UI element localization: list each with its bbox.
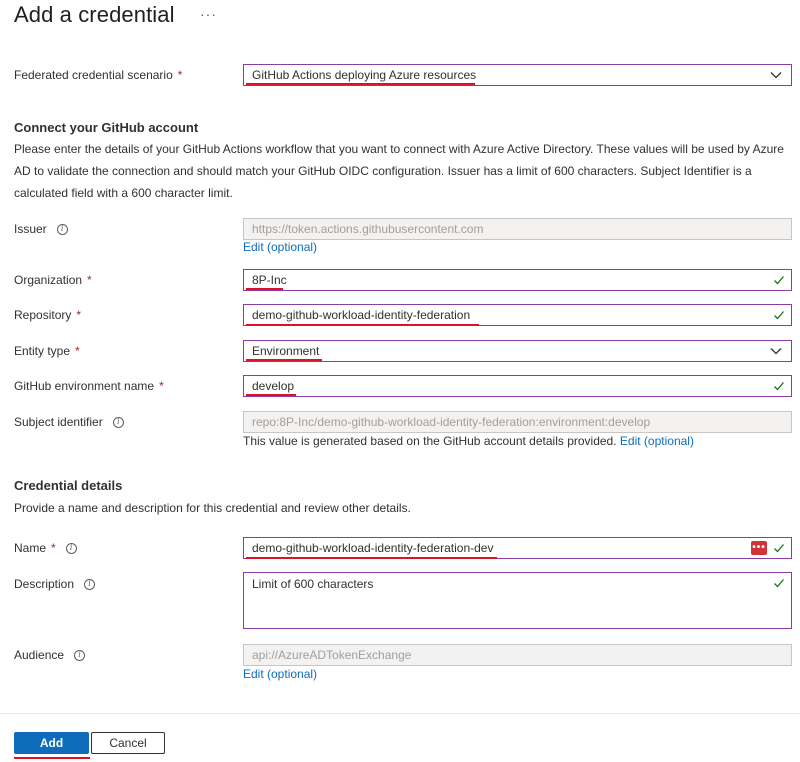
name-input[interactable]: demo-github-workload-identity-federation… <box>243 537 792 559</box>
details-heading: Credential details <box>14 478 123 493</box>
organization-input[interactable]: 8P-Inc <box>243 269 792 291</box>
annotation-underline <box>246 83 475 85</box>
environment-input[interactable]: develop <box>243 375 792 397</box>
connect-heading: Connect your GitHub account <box>14 120 199 135</box>
chevron-down-icon <box>770 72 782 79</box>
chevron-down-icon <box>770 348 782 355</box>
description-label: Description i <box>14 577 96 591</box>
password-manager-icon[interactable]: ••• <box>751 541 767 555</box>
audience-input: api://AzureADTokenExchange <box>243 644 792 666</box>
subject-note: This value is generated based on the Git… <box>243 434 694 448</box>
annotation-underline <box>246 288 283 290</box>
subject-label: Subject identifier i <box>14 415 124 429</box>
info-icon[interactable]: i <box>74 649 86 661</box>
audience-edit-link[interactable]: Edit (optional) <box>243 667 317 681</box>
scenario-label: Federated credential scenario * <box>14 68 183 82</box>
info-icon[interactable]: i <box>65 542 77 554</box>
annotation-underline <box>246 324 479 326</box>
repository-label: Repository * <box>14 308 82 322</box>
annotation-underline <box>246 394 296 396</box>
page-title: Add a credential <box>14 2 175 27</box>
audience-label: Audience i <box>14 648 86 662</box>
scenario-value: GitHub Actions deploying Azure resources <box>252 68 477 82</box>
checkmark-icon <box>774 579 784 588</box>
issuer-input: https://token.actions.githubusercontent.… <box>243 218 792 240</box>
subject-input: repo:8P-Inc/demo-github-workload-identit… <box>243 411 792 433</box>
organization-label: Organization * <box>14 273 92 287</box>
required-marker: * <box>51 541 56 555</box>
environment-label: GitHub environment name * <box>14 379 164 393</box>
checkmark-icon <box>774 276 784 285</box>
subject-edit-link[interactable]: Edit (optional) <box>620 434 694 448</box>
checkmark-icon <box>774 382 784 391</box>
repository-input[interactable]: demo-github-workload-identity-federation <box>243 304 792 326</box>
annotation-underline <box>246 557 497 559</box>
details-description: Provide a name and description for this … <box>14 501 411 515</box>
add-button[interactable]: Add <box>14 732 89 754</box>
more-options-icon[interactable]: ··· <box>200 6 217 22</box>
required-marker: * <box>87 273 92 287</box>
required-marker: * <box>159 379 164 393</box>
issuer-edit-link[interactable]: Edit (optional) <box>243 240 317 254</box>
required-marker: * <box>75 344 80 358</box>
annotation-underline <box>246 359 322 361</box>
info-icon[interactable]: i <box>56 223 68 235</box>
description-textarea[interactable]: Limit of 600 characters <box>243 572 792 629</box>
footer-divider <box>0 713 800 714</box>
cancel-button[interactable]: Cancel <box>91 732 165 754</box>
checkmark-icon <box>774 544 784 553</box>
info-icon[interactable]: i <box>112 416 124 428</box>
annotation-underline <box>14 757 90 759</box>
connect-description: Please enter the details of your GitHub … <box>14 142 784 200</box>
entity-type-label: Entity type * <box>14 344 80 358</box>
required-marker: * <box>76 308 82 322</box>
issuer-label: Issuer i <box>14 222 68 236</box>
required-marker: * <box>177 68 183 82</box>
entity-type-dropdown[interactable]: Environment <box>243 340 792 362</box>
checkmark-icon <box>774 311 784 320</box>
name-label: Name * i <box>14 541 77 555</box>
info-icon[interactable]: i <box>84 578 96 590</box>
